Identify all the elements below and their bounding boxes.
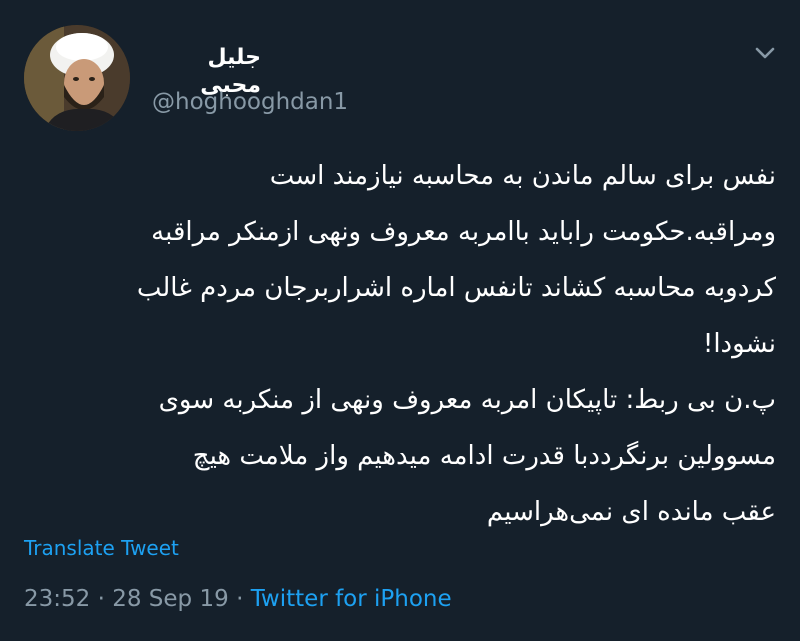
meta-separator: · — [97, 586, 105, 612]
tweet-text-line: نفس برای سالم ماندن به محاسبه نیازمند اس… — [269, 161, 776, 191]
chevron-down-icon[interactable] — [752, 40, 778, 66]
tweet-text-line: کردوبه محاسبه کشاند تانفس اماره اشراربرج… — [136, 273, 776, 303]
tweet-date: 28 Sep 19 — [112, 586, 229, 612]
meta-separator: · — [236, 586, 244, 612]
translate-tweet-link[interactable]: Translate Tweet — [24, 534, 179, 562]
user-handle[interactable]: @hoghooghdan1 — [152, 87, 348, 117]
avatar[interactable] — [24, 25, 130, 131]
tweet-text-line: ومراقبه.حکومت راباید باامربه معروف ونهی … — [151, 217, 776, 247]
tweet-source-link[interactable]: Twitter for iPhone — [251, 586, 452, 612]
tweet-card: جلیل محبی @hoghooghdan1 نفس برای سالم ما… — [0, 0, 800, 641]
tweet-text-line: مسوولین برنگرددبا قدرت ادامه میدهیم واز … — [192, 441, 776, 471]
tweet-text-line: نشودا! — [702, 329, 776, 359]
avatar-image — [24, 25, 130, 131]
tweet-text: نفس برای سالم ماندن به محاسبه نیازمند اس… — [16, 148, 776, 540]
tweet-text-line: عقب مانده ای نمی‌هراسیم — [486, 497, 776, 527]
tweet-meta: 23:52 · 28 Sep 19 · Twitter for iPhone — [24, 584, 452, 614]
tweet-text-line: پ.ن بی ربط: تاپیکان امربه معروف ونهی از … — [158, 385, 776, 415]
tweet-time: 23:52 — [24, 586, 91, 612]
